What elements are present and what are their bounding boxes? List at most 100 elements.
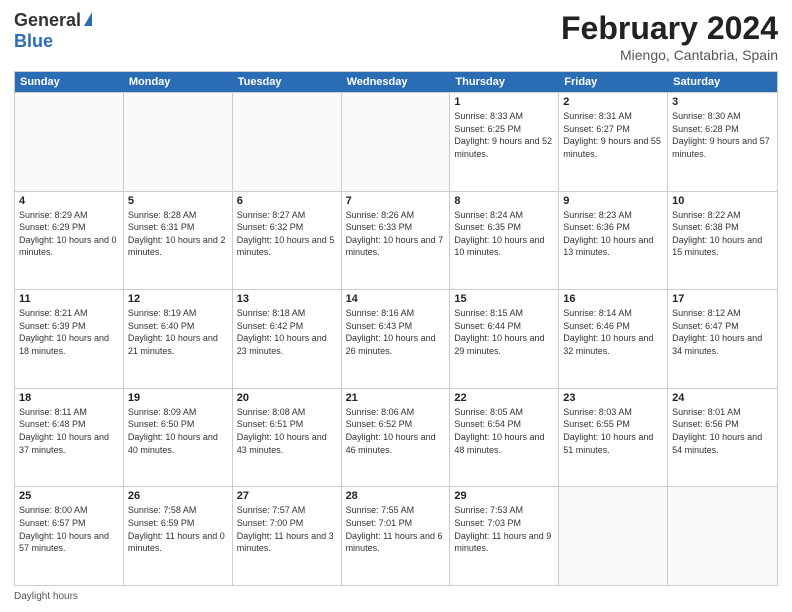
day-cell-0-5: 2 Sunrise: 8:31 AMSunset: 6:27 PMDaylight… [559,93,668,191]
day-number: 22 [454,392,554,404]
day-info: Sunrise: 8:16 AMSunset: 6:43 PMDaylight:… [346,307,446,357]
day-cell-2-5: 16Sunrise: 8:14 AMSunset: 6:46 PMDayligh… [559,290,668,388]
day-number: 3 [672,96,773,108]
day-number: 20 [237,392,337,404]
footer: Daylight hours [14,591,778,602]
day-number: 21 [346,392,446,404]
header-day-thursday: Thursday [450,72,559,92]
day-cell-2-6: 17 Sunrise: 8:12 AMSunset: 6:47 PMDayligh… [668,290,777,388]
day-number: 9 [563,195,663,207]
week-row-4: 18 Sunrise: 8:11 AMSunset: 6:48 PMDayligh… [15,388,777,487]
day-info: Sunrise: 8:29 AMSunset: 6:29 PMDaylight:… [19,209,119,259]
day-cell-2-3: 14 Sunrise: 8:16 AMSunset: 6:43 PMDayligh… [342,290,451,388]
day-cell-4-3: 28 Sunrise: 7:55 AMSunset: 7:01 PMDayligh… [342,487,451,585]
day-info: Sunrise: 8:03 AMSunset: 6:55 PMDaylight:… [563,406,663,456]
day-cell-0-3 [342,93,451,191]
day-number: 28 [346,490,446,502]
week-row-3: 11Sunrise: 8:21 AMSunset: 6:39 PMDayligh… [15,289,777,388]
day-info: Sunrise: 8:05 AMSunset: 6:54 PMDaylight:… [454,406,554,456]
day-cell-1-4: 8 Sunrise: 8:24 AMSunset: 6:35 PMDaylight… [450,192,559,290]
day-info: Sunrise: 8:31 AMSunset: 6:27 PMDaylight:… [563,110,663,160]
day-info: Sunrise: 8:11 AMSunset: 6:48 PMDaylight:… [19,406,119,456]
day-info: Sunrise: 7:58 AMSunset: 6:59 PMDaylight:… [128,504,228,554]
day-number: 12 [128,293,228,305]
day-info: Sunrise: 7:57 AMSunset: 7:00 PMDaylight:… [237,504,337,554]
calendar: SundayMondayTuesdayWednesdayThursdayFrid… [14,71,778,586]
day-info: Sunrise: 8:12 AMSunset: 6:47 PMDaylight:… [672,307,773,357]
day-cell-4-4: 29Sunrise: 7:53 AMSunset: 7:03 PMDayligh… [450,487,559,585]
day-info: Sunrise: 8:09 AMSunset: 6:50 PMDaylight:… [128,406,228,456]
week-row-2: 4 Sunrise: 8:29 AMSunset: 6:29 PMDaylight… [15,191,777,290]
day-number: 18 [19,392,119,404]
day-info: Sunrise: 8:26 AMSunset: 6:33 PMDaylight:… [346,209,446,259]
logo-text: General [14,10,92,31]
subtitle: Miengo, Cantabria, Spain [561,47,778,63]
page: General Blue February 2024 Miengo, Canta… [0,0,792,612]
daylight-label: Daylight hours [14,591,78,602]
day-cell-2-1: 12Sunrise: 8:19 AMSunset: 6:40 PMDayligh… [124,290,233,388]
day-number: 7 [346,195,446,207]
day-info: Sunrise: 8:00 AMSunset: 6:57 PMDaylight:… [19,504,119,554]
day-number: 4 [19,195,119,207]
day-number: 16 [563,293,663,305]
day-number: 13 [237,293,337,305]
day-cell-0-4: 1 Sunrise: 8:33 AMSunset: 6:25 PMDaylight… [450,93,559,191]
calendar-body: 1 Sunrise: 8:33 AMSunset: 6:25 PMDaylight… [15,92,777,585]
day-info: Sunrise: 8:06 AMSunset: 6:52 PMDaylight:… [346,406,446,456]
main-title: February 2024 [561,10,778,47]
logo-triangle-icon [84,12,92,26]
day-cell-3-2: 20 Sunrise: 8:08 AMSunset: 6:51 PMDayligh… [233,389,342,487]
day-info: Sunrise: 8:33 AMSunset: 6:25 PMDaylight:… [454,110,554,160]
day-info: Sunrise: 7:53 AMSunset: 7:03 PMDaylight:… [454,504,554,554]
day-cell-3-1: 19 Sunrise: 8:09 AMSunset: 6:50 PMDayligh… [124,389,233,487]
day-info: Sunrise: 8:24 AMSunset: 6:35 PMDaylight:… [454,209,554,259]
header-day-friday: Friday [559,72,668,92]
day-cell-3-3: 21 Sunrise: 8:06 AMSunset: 6:52 PMDayligh… [342,389,451,487]
header-day-tuesday: Tuesday [233,72,342,92]
day-cell-1-5: 9Sunrise: 8:23 AMSunset: 6:36 PMDaylight… [559,192,668,290]
day-cell-4-6 [668,487,777,585]
day-cell-0-6: 3 Sunrise: 8:30 AMSunset: 6:28 PMDaylight… [668,93,777,191]
day-cell-3-4: 22 Sunrise: 8:05 AMSunset: 6:54 PMDayligh… [450,389,559,487]
day-number: 23 [563,392,663,404]
day-info: Sunrise: 8:21 AMSunset: 6:39 PMDaylight:… [19,307,119,357]
day-info: Sunrise: 7:55 AMSunset: 7:01 PMDaylight:… [346,504,446,554]
day-info: Sunrise: 8:01 AMSunset: 6:56 PMDaylight:… [672,406,773,456]
day-cell-2-0: 11Sunrise: 8:21 AMSunset: 6:39 PMDayligh… [15,290,124,388]
title-section: February 2024 Miengo, Cantabria, Spain [561,10,778,63]
day-cell-4-5 [559,487,668,585]
day-number: 26 [128,490,228,502]
day-info: Sunrise: 8:22 AMSunset: 6:38 PMDaylight:… [672,209,773,259]
day-number: 14 [346,293,446,305]
day-cell-0-0 [15,93,124,191]
day-cell-4-1: 26 Sunrise: 7:58 AMSunset: 6:59 PMDayligh… [124,487,233,585]
day-cell-3-5: 23 Sunrise: 8:03 AMSunset: 6:55 PMDayligh… [559,389,668,487]
day-number: 6 [237,195,337,207]
day-cell-0-2 [233,93,342,191]
day-number: 5 [128,195,228,207]
day-cell-4-2: 27 Sunrise: 7:57 AMSunset: 7:00 PMDayligh… [233,487,342,585]
logo-general: General [14,10,81,31]
header-day-wednesday: Wednesday [342,72,451,92]
day-cell-3-0: 18 Sunrise: 8:11 AMSunset: 6:48 PMDayligh… [15,389,124,487]
day-number: 8 [454,195,554,207]
day-number: 19 [128,392,228,404]
day-cell-0-1 [124,93,233,191]
header: General Blue February 2024 Miengo, Canta… [14,10,778,63]
day-info: Sunrise: 8:15 AMSunset: 6:44 PMDaylight:… [454,307,554,357]
week-row-5: 25Sunrise: 8:00 AMSunset: 6:57 PMDayligh… [15,486,777,585]
day-cell-4-0: 25Sunrise: 8:00 AMSunset: 6:57 PMDayligh… [15,487,124,585]
day-info: Sunrise: 8:08 AMSunset: 6:51 PMDaylight:… [237,406,337,456]
day-number: 1 [454,96,554,108]
header-day-saturday: Saturday [668,72,777,92]
day-cell-3-6: 24Sunrise: 8:01 AMSunset: 6:56 PMDayligh… [668,389,777,487]
day-cell-1-3: 7 Sunrise: 8:26 AMSunset: 6:33 PMDaylight… [342,192,451,290]
day-info: Sunrise: 8:30 AMSunset: 6:28 PMDaylight:… [672,110,773,160]
day-number: 27 [237,490,337,502]
day-number: 17 [672,293,773,305]
day-info: Sunrise: 8:27 AMSunset: 6:32 PMDaylight:… [237,209,337,259]
header-day-sunday: Sunday [15,72,124,92]
header-day-monday: Monday [124,72,233,92]
logo: General Blue [14,10,92,52]
day-number: 2 [563,96,663,108]
